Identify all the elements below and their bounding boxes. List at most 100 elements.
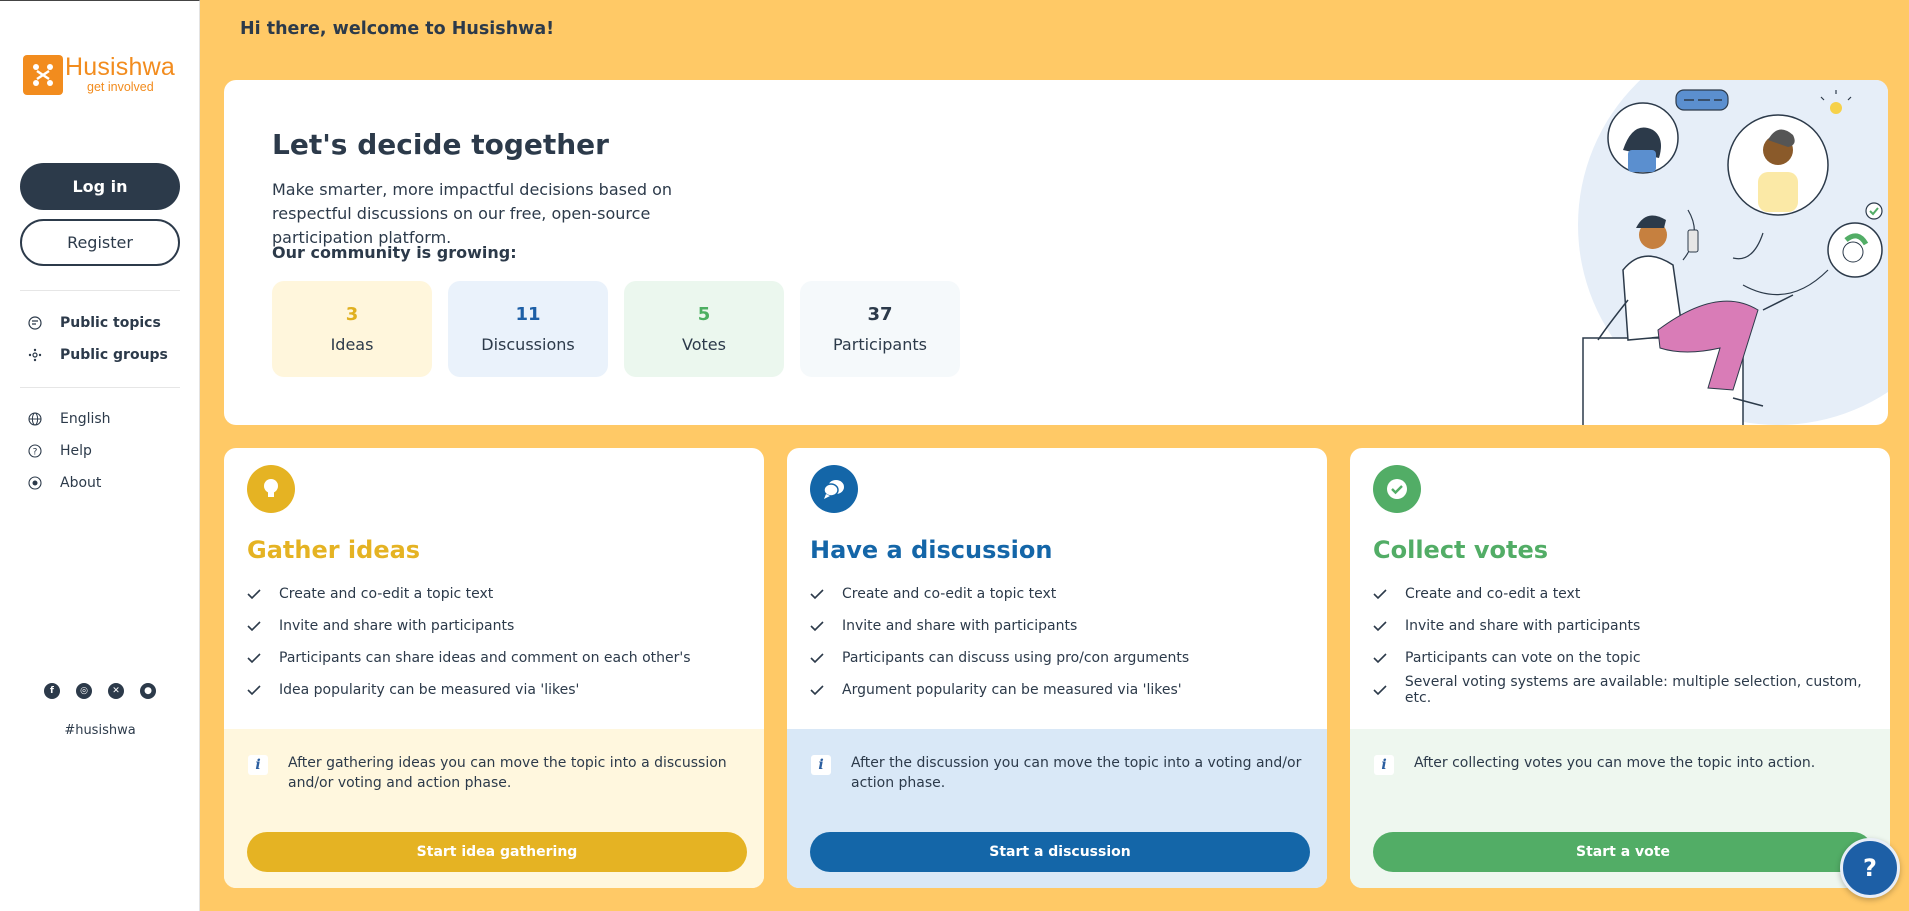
card-title: Gather ideas xyxy=(247,536,421,564)
stat-discussions: 11 Discussions xyxy=(448,281,608,377)
social-links: f ◎ ✕ ● xyxy=(44,683,156,699)
page-greeting: Hi there, welcome to Husishwa! xyxy=(240,19,555,39)
feature-text: Participants can share ideas and comment… xyxy=(279,650,691,666)
feature-text: Idea popularity can be measured via 'lik… xyxy=(279,682,580,698)
stat-value: 3 xyxy=(345,304,359,325)
feature-item: Several voting systems are available: mu… xyxy=(1373,674,1890,706)
feature-text: Participants can vote on the topic xyxy=(1405,650,1641,666)
stat-value: 11 xyxy=(515,304,541,325)
stat-label: Discussions xyxy=(481,335,575,354)
stat-label: Participants xyxy=(833,335,927,354)
feature-item: Create and co-edit a text xyxy=(1373,578,1890,610)
feature-item: Participants can share ideas and comment… xyxy=(247,642,691,674)
feature-list: Create and co-edit a topic text Invite a… xyxy=(247,578,691,706)
hero-title: Let's decide together xyxy=(272,128,609,161)
logo[interactable]: Husishwa get involved xyxy=(23,55,178,97)
help-icon: ? xyxy=(28,444,42,458)
feature-item: Invite and share with participants xyxy=(1373,610,1890,642)
nav-about[interactable]: About xyxy=(28,475,101,491)
card-gather-ideas: Gather ideas Create and co-edit a topic … xyxy=(224,448,764,888)
nav-language[interactable]: English xyxy=(28,411,111,427)
check-icon xyxy=(810,620,826,632)
stat-participants: 37 Participants xyxy=(800,281,960,377)
feature-text: Create and co-edit a topic text xyxy=(842,586,1057,602)
logo-tagline: get involved xyxy=(87,80,154,94)
nav-public-groups[interactable]: Public groups xyxy=(28,347,168,363)
logo-icon xyxy=(23,55,63,95)
feature-item: Participants can discuss using pro/con a… xyxy=(810,642,1189,674)
about-icon xyxy=(28,476,42,490)
feature-text: Invite and share with participants xyxy=(1405,618,1641,634)
instagram-icon[interactable]: ◎ xyxy=(76,683,92,699)
speech-bubbles-icon xyxy=(810,465,858,513)
feature-item: Idea popularity can be measured via 'lik… xyxy=(247,674,691,706)
start-discussion-button[interactable]: Start a discussion xyxy=(810,832,1310,872)
facebook-icon[interactable]: f xyxy=(44,683,60,699)
stat-label: Votes xyxy=(682,335,726,354)
nav-label: Public topics xyxy=(60,315,161,331)
check-icon xyxy=(1373,652,1389,664)
feature-item: Argument popularity can be measured via … xyxy=(810,674,1189,706)
feature-item: Participants can vote on the topic xyxy=(1373,642,1890,674)
logo-name: Husishwa xyxy=(65,53,175,81)
feature-text: Invite and share with participants xyxy=(279,618,515,634)
feature-item: Invite and share with participants xyxy=(247,610,691,642)
hero-card: Let's decide together Make smarter, more… xyxy=(224,80,1888,425)
community-label: Our community is growing: xyxy=(272,243,517,262)
register-button[interactable]: Register xyxy=(20,219,180,266)
lightbulb-icon xyxy=(247,465,295,513)
svg-text:?: ? xyxy=(33,448,38,458)
card-title: Collect votes xyxy=(1373,536,1549,564)
note-text: After the discussion you can move the to… xyxy=(851,755,1302,791)
nav-label: English xyxy=(60,411,111,427)
feature-list: Create and co-edit a text Invite and sha… xyxy=(1373,578,1890,706)
start-idea-gathering-button[interactable]: Start idea gathering xyxy=(247,832,747,872)
sidebar: Husishwa get involved Log in Register Pu… xyxy=(0,0,200,911)
stat-label: Ideas xyxy=(330,335,374,354)
info-icon: i xyxy=(811,755,831,775)
check-icon xyxy=(247,588,263,600)
feature-item: Create and co-edit a topic text xyxy=(247,578,691,610)
x-icon[interactable]: ✕ xyxy=(108,683,124,699)
info-icon: i xyxy=(248,755,268,775)
feature-text: Create and co-edit a topic text xyxy=(279,586,494,602)
stat-value: 37 xyxy=(867,304,893,325)
groups-icon xyxy=(28,348,42,362)
check-icon xyxy=(247,620,263,632)
check-icon xyxy=(247,652,263,664)
info-icon: i xyxy=(1374,755,1394,775)
nav-label: About xyxy=(60,475,102,491)
card-have-discussion: Have a discussion Create and co-edit a t… xyxy=(787,448,1327,888)
help-fab-button[interactable]: ? xyxy=(1840,838,1900,898)
topics-icon xyxy=(28,316,42,330)
nav-public-topics[interactable]: Public topics xyxy=(28,315,161,331)
github-icon[interactable]: ● xyxy=(140,683,156,699)
start-vote-button[interactable]: Start a vote xyxy=(1373,832,1873,872)
check-icon xyxy=(247,684,263,696)
note-text: After gathering ideas you can move the t… xyxy=(288,755,727,791)
login-button[interactable]: Log in xyxy=(20,163,180,210)
nav-label: Public groups xyxy=(60,347,168,363)
stat-votes: 5 Votes xyxy=(624,281,784,377)
feature-text: Several voting systems are available: mu… xyxy=(1404,674,1862,706)
stat-value: 5 xyxy=(697,304,711,325)
globe-icon xyxy=(28,412,42,426)
check-circle-icon xyxy=(1373,465,1421,513)
card-collect-votes: Collect votes Create and co-edit a text … xyxy=(1350,448,1890,888)
stat-ideas: 3 Ideas xyxy=(272,281,432,377)
stats-row: 3 Ideas 11 Discussions 5 Votes 37 Partic… xyxy=(272,281,960,377)
feature-item: Invite and share with participants xyxy=(810,610,1189,642)
check-icon xyxy=(810,652,826,664)
divider xyxy=(20,387,180,388)
check-icon xyxy=(1373,684,1389,696)
hero-illustration xyxy=(1578,80,1888,425)
feature-text: Participants can discuss using pro/con a… xyxy=(842,650,1190,666)
feature-text: Argument popularity can be measured via … xyxy=(842,682,1182,698)
nav-help[interactable]: ? Help xyxy=(28,443,92,459)
hashtag: #husishwa xyxy=(64,723,136,738)
feature-text: Invite and share with participants xyxy=(842,618,1078,634)
check-icon xyxy=(1373,588,1389,600)
card-title: Have a discussion xyxy=(810,536,1053,564)
check-icon xyxy=(810,588,826,600)
divider xyxy=(20,290,180,291)
